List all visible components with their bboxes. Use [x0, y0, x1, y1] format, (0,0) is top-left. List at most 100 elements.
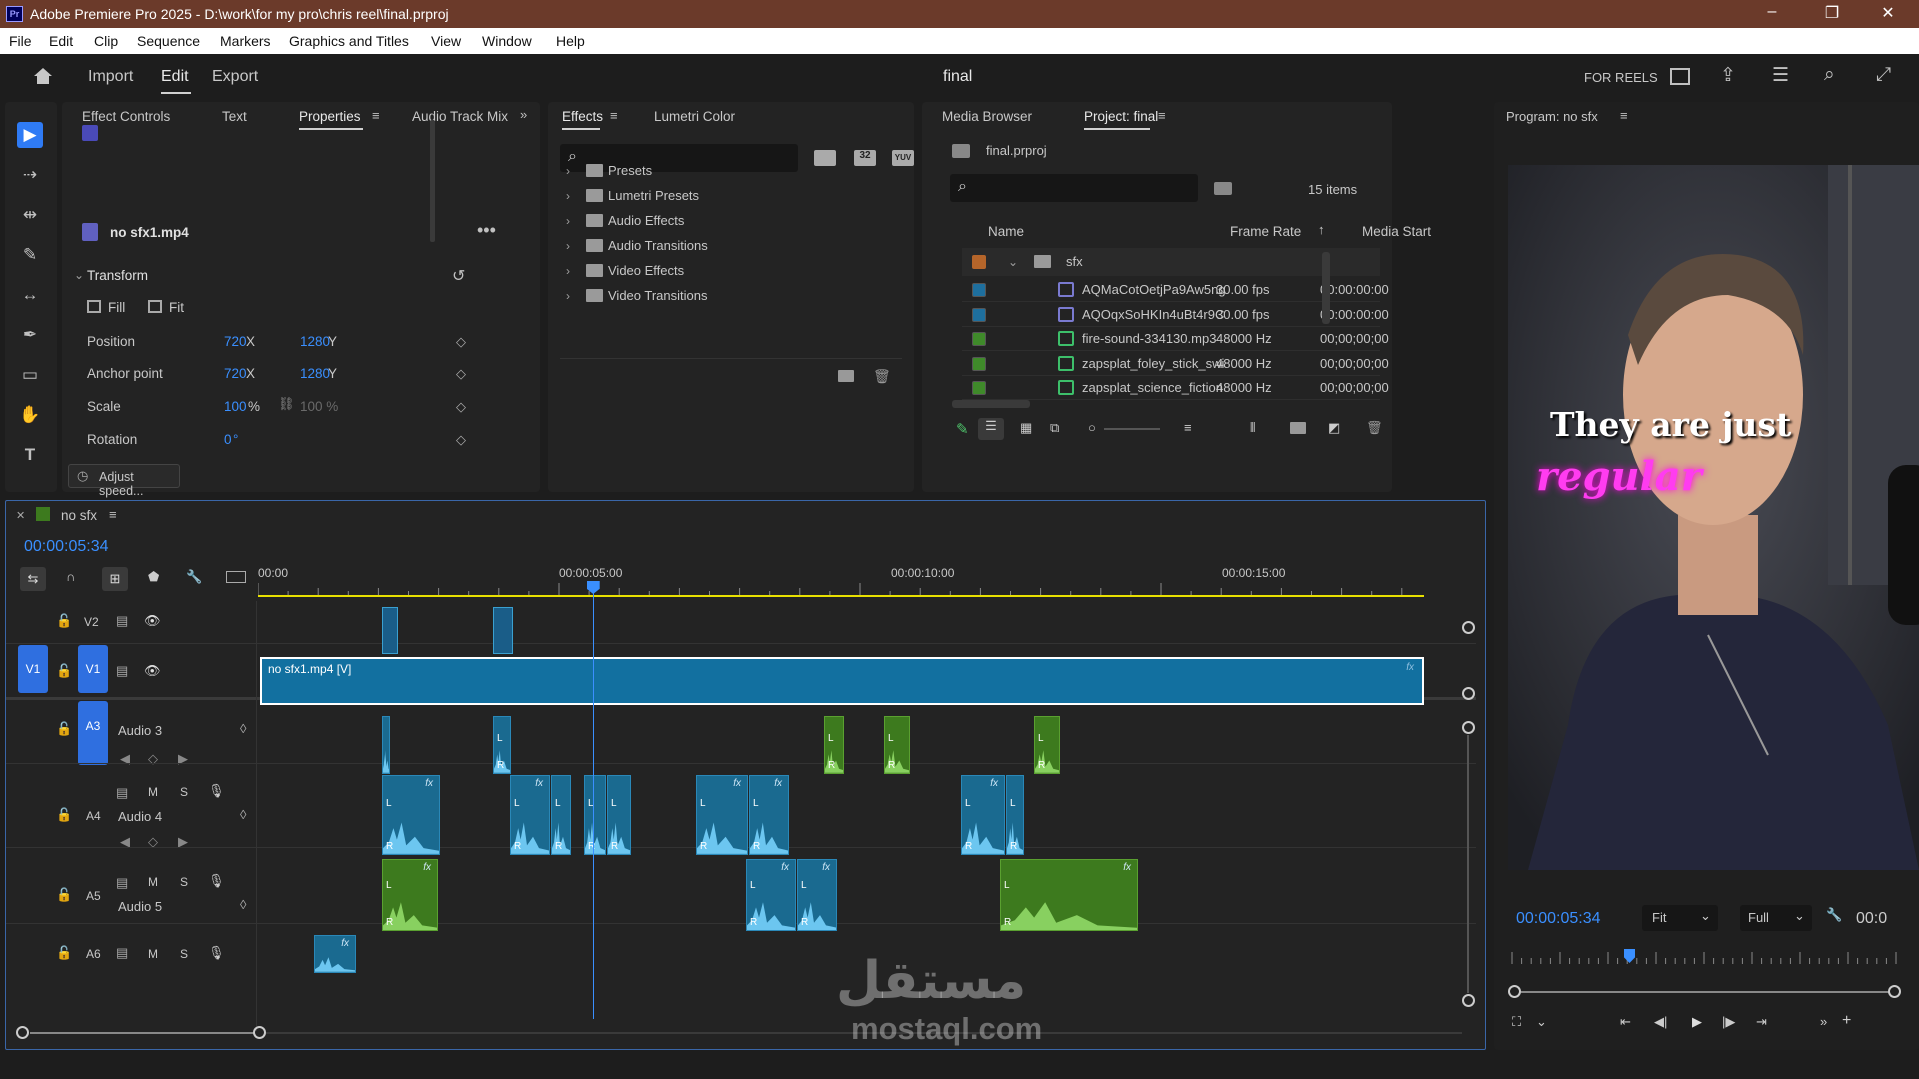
work-area-bar[interactable]: [258, 595, 1424, 597]
project-hscrollbar[interactable]: [952, 400, 1030, 408]
rectangle-tool-icon[interactable]: ▭: [17, 362, 43, 388]
chevron-down-icon[interactable]: ⌄: [1536, 1014, 1547, 1030]
tab-lumetri-color[interactable]: Lumetri Color: [654, 109, 735, 124]
project-row[interactable]: fire-sound-334130.mp3 48000 Hz 00;00;00;…: [962, 327, 1389, 351]
more-tabs-icon[interactable]: »: [520, 107, 527, 122]
tab-project-final[interactable]: Project: final: [1084, 109, 1158, 124]
type-tool-icon[interactable]: T: [17, 442, 43, 468]
project-row[interactable]: zapsplat_science_fiction 48000 Hz 00;00;…: [962, 376, 1389, 400]
play-icon[interactable]: ▶: [1692, 1014, 1702, 1030]
safe-margins-icon[interactable]: ⛶: [1512, 1014, 1521, 1030]
monitor-zoom-right[interactable]: [1888, 985, 1901, 998]
microphone-icon[interactable]: 🎙: [208, 783, 225, 799]
label-color-swatch[interactable]: [972, 283, 986, 297]
audio-clip[interactable]: LR: [884, 716, 910, 774]
filmstrip-icon[interactable]: ▤: [116, 785, 128, 801]
label-color-swatch[interactable]: [972, 255, 986, 269]
nest-toggle-icon[interactable]: ⇆: [20, 567, 46, 591]
audio-clip[interactable]: L Rfx: [382, 859, 438, 931]
quality-dropdown[interactable]: Full ⌄: [1740, 905, 1812, 931]
volume-keyframe-icon[interactable]: ◊: [240, 807, 246, 822]
new-bin-icon[interactable]: [838, 370, 854, 382]
quick-export-icon[interactable]: ☰: [1772, 64, 1789, 87]
timeline-timecode[interactable]: 00:00:05:34: [24, 538, 109, 556]
more-controls-icon[interactable]: »: [1820, 1014, 1827, 1029]
audio-clip[interactable]: LR: [551, 775, 571, 855]
menu-window[interactable]: Window: [482, 33, 532, 49]
properties-scrollbar[interactable]: [430, 120, 435, 242]
home-icon[interactable]: [32, 66, 54, 86]
hand-tool-icon[interactable]: ✋: [17, 402, 43, 428]
step-back-icon[interactable]: ◀|: [1654, 1014, 1667, 1030]
menu-edit[interactable]: Edit: [49, 33, 73, 49]
effects-item[interactable]: › Presets: [560, 160, 900, 182]
h-zoom-handle-right[interactable]: [253, 1026, 266, 1039]
eye-icon[interactable]: 👁: [144, 663, 161, 679]
captions-icon[interactable]: [226, 571, 246, 583]
h-zoom-handle-left[interactable]: [16, 1026, 29, 1039]
position-y-value[interactable]: 1280: [300, 334, 330, 349]
audio-clip[interactable]: LR: [584, 775, 606, 855]
pen-tool-icon[interactable]: ✒: [17, 322, 43, 348]
audio-clip[interactable]: LR: [493, 716, 511, 774]
project-scrollbar[interactable]: [1322, 252, 1330, 324]
menu-sequence[interactable]: Sequence: [137, 33, 200, 49]
fit-icon[interactable]: [148, 300, 162, 313]
mute-button[interactable]: M: [148, 947, 158, 961]
filmstrip-icon[interactable]: ▤: [116, 613, 128, 629]
more-options-icon[interactable]: •••: [477, 220, 496, 241]
v-zoom-handle-top[interactable]: [1462, 621, 1475, 634]
label-color-swatch[interactable]: [972, 332, 986, 346]
audio-clip[interactable]: L Rfx: [510, 775, 550, 855]
project-row[interactable]: zapsplat_foley_stick_swi 48000 Hz 00;00;…: [962, 352, 1389, 376]
ripple-edit-icon[interactable]: ⇹: [17, 202, 43, 228]
panel-menu-icon[interactable]: ≡: [1158, 108, 1166, 123]
panel-layout-icon[interactable]: [1670, 68, 1690, 85]
tab-effects[interactable]: Effects: [562, 109, 603, 124]
audio-clip[interactable]: LR: [1034, 716, 1060, 774]
mute-button[interactable]: M: [148, 875, 158, 889]
keyframe-icon[interactable]: ◇: [456, 334, 466, 350]
filmstrip-icon[interactable]: ▤: [116, 945, 128, 961]
snap-icon[interactable]: ∩: [66, 569, 75, 584]
lock-icon[interactable]: 🔓: [56, 945, 72, 961]
lock-icon[interactable]: 🔓: [56, 663, 72, 679]
panel-menu-icon[interactable]: ≡: [1620, 108, 1628, 123]
tab-effect-controls[interactable]: Effect Controls: [82, 109, 170, 124]
find-bin-icon[interactable]: [1214, 182, 1232, 195]
wrench-icon[interactable]: 🔧: [1826, 907, 1842, 923]
sequence-tab[interactable]: no sfx: [61, 508, 97, 523]
tab-import[interactable]: Import: [88, 68, 133, 86]
linked-selection-icon[interactable]: ⊞: [102, 567, 128, 591]
keyframe-icon[interactable]: ◇: [456, 366, 466, 382]
h-scrollbar[interactable]: [30, 1032, 254, 1034]
slip-tool-icon[interactable]: ↔: [17, 282, 43, 308]
pencil-icon[interactable]: ✎: [956, 420, 969, 438]
a-zoom-handle-bottom[interactable]: [1462, 994, 1475, 1007]
tab-media-browser[interactable]: Media Browser: [942, 109, 1032, 124]
workspace-preset[interactable]: FOR REELS: [1584, 70, 1658, 85]
solo-button[interactable]: S: [180, 875, 188, 889]
mute-button[interactable]: M: [148, 785, 158, 799]
menu-view[interactable]: View: [431, 33, 461, 49]
close-icon[interactable]: ✕: [1868, 3, 1908, 25]
list-view-icon[interactable]: ☰: [978, 418, 1004, 440]
position-x-value[interactable]: 720: [224, 334, 247, 349]
audio-clip[interactable]: LR: [607, 775, 631, 855]
effects-item[interactable]: › Video Effects: [560, 260, 900, 282]
add-marker-icon[interactable]: ⬟: [148, 569, 159, 585]
video-frame[interactable]: They are just regular: [1508, 165, 1919, 870]
reset-icon[interactable]: ↺: [452, 266, 465, 286]
razor-tool-icon[interactable]: ✎: [17, 242, 43, 268]
new-bin-icon[interactable]: [1290, 422, 1306, 434]
v1-clip[interactable]: no sfx1.mp4 [V] fx: [260, 657, 1424, 705]
monitor-zoom-bar[interactable]: [1521, 991, 1889, 993]
tab-edit[interactable]: Edit: [161, 68, 189, 86]
lock-icon[interactable]: 🔓: [56, 613, 72, 629]
menu-help[interactable]: Help: [556, 33, 585, 49]
track-a4-label[interactable]: A4: [86, 809, 101, 823]
column-name[interactable]: Name: [988, 224, 1024, 239]
automate-icon[interactable]: ⫴: [1250, 420, 1255, 436]
delete-icon[interactable]: 🗑: [873, 368, 891, 385]
column-media-start[interactable]: Media Start: [1362, 224, 1431, 239]
